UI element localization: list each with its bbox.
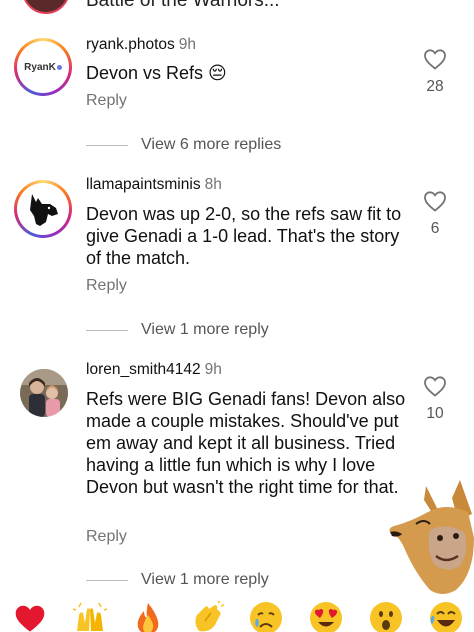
avatar-logo: RyanK bbox=[24, 62, 62, 73]
avatar[interactable] bbox=[14, 180, 72, 238]
divider-line bbox=[86, 329, 128, 331]
like-count: 6 bbox=[430, 220, 440, 237]
view-more-label: View 1 more reply bbox=[141, 321, 269, 338]
view-more-label: View 6 more replies bbox=[141, 136, 282, 153]
previous-comment-partial: Battle of the Warriors... bbox=[0, 0, 474, 14]
raised-hands-emoji-button[interactable] bbox=[72, 600, 108, 632]
username[interactable]: llamapaintsminis bbox=[86, 176, 201, 193]
reply-button[interactable]: Reply bbox=[86, 277, 127, 295]
dog-sticker bbox=[389, 480, 474, 594]
like-button[interactable]: 6 bbox=[418, 190, 452, 238]
heart-eyes-icon bbox=[310, 602, 342, 632]
comment-text: Refs were BIG Genadi fans! Devon also ma… bbox=[86, 389, 406, 497]
heart-emoji-button[interactable] bbox=[12, 600, 48, 632]
previous-comment-text: Battle of the Warriors... bbox=[86, 0, 280, 11]
timestamp: 9h bbox=[204, 361, 222, 378]
previous-comment-avatar[interactable] bbox=[22, 0, 70, 14]
view-more-replies[interactable]: View 1 more reply bbox=[86, 321, 269, 339]
comment-header: loren_smith4142 9h bbox=[86, 361, 222, 379]
view-more-replies[interactable]: View 6 more replies bbox=[86, 136, 281, 154]
raised-hands-icon bbox=[73, 602, 107, 631]
avatar-logo-text: RyanK bbox=[24, 61, 56, 73]
view-more-label: View 1 more reply bbox=[141, 571, 269, 588]
like-button[interactable]: 10 bbox=[418, 375, 452, 423]
avatar[interactable] bbox=[20, 369, 68, 417]
divider-line bbox=[86, 579, 128, 581]
laughing-face-icon bbox=[430, 602, 462, 632]
divider-line bbox=[86, 144, 128, 146]
like-count: 10 bbox=[426, 405, 444, 422]
reply-button[interactable]: Reply bbox=[86, 528, 127, 546]
fire-icon bbox=[137, 603, 159, 632]
timestamp: 8h bbox=[204, 176, 222, 193]
like-count: 28 bbox=[426, 78, 444, 95]
red-heart-icon bbox=[15, 605, 45, 632]
reply-button[interactable]: Reply bbox=[86, 92, 127, 110]
avatar[interactable]: RyanK bbox=[14, 38, 72, 96]
fire-emoji-button[interactable] bbox=[130, 600, 166, 632]
emoji-reaction-bar bbox=[0, 598, 474, 632]
username[interactable]: ryank.photos bbox=[86, 36, 175, 53]
username[interactable]: loren_smith4142 bbox=[86, 361, 201, 378]
family-photo-icon bbox=[20, 369, 68, 417]
crying-face-icon bbox=[250, 602, 282, 632]
crying-face-emoji-button[interactable] bbox=[248, 600, 284, 632]
surprised-face-icon bbox=[370, 602, 402, 632]
like-button[interactable]: 28 bbox=[418, 48, 452, 96]
clapping-hands-emoji-button[interactable] bbox=[190, 600, 226, 632]
heart-outline-icon bbox=[424, 376, 446, 397]
view-more-replies[interactable]: View 1 more reply bbox=[86, 571, 269, 589]
comment-text: Devon was up 2-0, so the refs saw fit to… bbox=[86, 204, 402, 268]
comment-text: Devon vs Refs 😔 bbox=[86, 63, 227, 83]
heart-outline-icon bbox=[424, 49, 446, 70]
heart-eyes-emoji-button[interactable] bbox=[308, 600, 344, 632]
clapping-hands-icon bbox=[195, 601, 225, 632]
dog-silhouette-icon bbox=[30, 194, 58, 226]
comment-header: ryank.photos 9h bbox=[86, 36, 196, 54]
timestamp: 9h bbox=[178, 36, 196, 53]
heart-outline-icon bbox=[424, 191, 446, 212]
avatar-logo-dot bbox=[56, 64, 62, 70]
surprised-face-emoji-button[interactable] bbox=[368, 600, 404, 632]
laughing-face-emoji-button[interactable] bbox=[428, 600, 464, 632]
comment-header: llamapaintsminis 8h bbox=[86, 176, 222, 194]
